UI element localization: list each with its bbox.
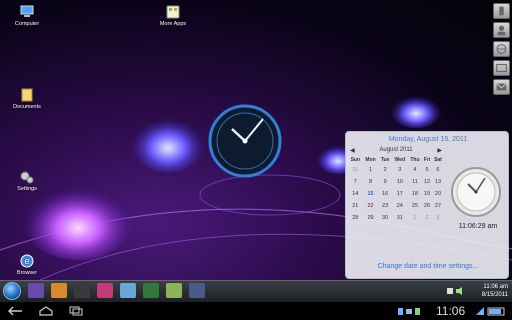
desktop-icon-label: More Apps (159, 21, 187, 27)
taskbar-date: 8/15/2011 (481, 292, 508, 298)
side-button-contacts[interactable] (493, 22, 510, 38)
calendar-day[interactable]: 11 (408, 176, 422, 188)
calendar-day[interactable]: 20 (432, 188, 444, 200)
weekday-label: Thu (410, 157, 420, 163)
desktop-icon-label: Browser (16, 270, 38, 276)
calendar-date-header[interactable]: Monday, August 15, 2011 (346, 136, 510, 143)
calendar-day[interactable]: 31 (348, 164, 363, 176)
calendar-day[interactable]: 7 (348, 176, 363, 188)
calendar-day[interactable]: 19 (422, 188, 432, 200)
calendar-day[interactable]: 31 (392, 212, 408, 224)
contact-icon (497, 25, 506, 36)
calendar-day[interactable]: 1 (363, 164, 379, 176)
desktop-icon-label: Documents (13, 104, 41, 110)
clock-gadget[interactable] (207, 103, 283, 179)
settings-icon (20, 171, 34, 184)
weekday-label: Sat (434, 157, 442, 163)
taskbar-app-3[interactable] (74, 283, 90, 298)
back-icon[interactable] (8, 306, 24, 316)
calendar-day[interactable]: 10 (392, 176, 408, 188)
calendar-grid: Sun Mon Tue Wed Thu Fri Sat 31 1 2 3 4 5… (348, 156, 444, 224)
taskbar-app-7[interactable] (166, 283, 182, 298)
desktop-icon-documents[interactable]: Documents (3, 88, 51, 110)
calendar-month-label: August 2011 (379, 147, 413, 153)
calendar-day[interactable]: 6 (432, 164, 444, 176)
change-date-time-link[interactable]: Change date and time settings... (346, 263, 510, 270)
mail-icon (496, 83, 507, 91)
desktop-icon-label: Settings (17, 186, 37, 192)
calendar-day[interactable]: 4 (408, 164, 422, 176)
calendar-day[interactable]: 18 (408, 188, 422, 200)
home-icon[interactable] (38, 306, 54, 316)
calendar-day[interactable]: 22 (363, 200, 379, 212)
taskbar-app-5[interactable] (120, 283, 136, 298)
calendar-day[interactable]: 17 (392, 188, 408, 200)
calendar-day[interactable]: 29 (363, 212, 379, 224)
side-button-web[interactable] (493, 41, 510, 57)
browser-icon: e (20, 254, 34, 268)
computer-icon (20, 5, 34, 17)
calendar-day[interactable]: 25 (408, 200, 422, 212)
phone-icon (499, 6, 504, 16)
taskbar-clock[interactable]: 11:06 am 8/15/2011 (482, 283, 508, 299)
calendar-day[interactable]: 27 (432, 200, 444, 212)
calendar-day[interactable]: 2 (379, 164, 392, 176)
side-button-mail[interactable] (493, 79, 510, 95)
weekday-label: Tue (380, 157, 390, 163)
taskbar-app-1[interactable] (28, 283, 44, 298)
more-apps-icon (166, 5, 180, 19)
calendar-day[interactable]: 9 (379, 176, 392, 188)
side-button-phone[interactable] (493, 3, 510, 19)
svg-text:e: e (24, 256, 29, 266)
calendar-day[interactable]: 14 (348, 188, 363, 200)
start-button[interactable] (3, 282, 21, 300)
calendar-time: 11:06:29 am (458, 223, 498, 230)
taskbar-app-2[interactable] (51, 283, 67, 298)
calendar-day[interactable]: 1 (408, 212, 422, 224)
weekday-label: Wed (394, 157, 406, 163)
signal-battery-icon (476, 307, 505, 316)
weekday-label: Fri (423, 157, 431, 163)
taskbar-app-6[interactable] (143, 283, 159, 298)
calendar-day[interactable]: 30 (379, 212, 392, 224)
recent-apps-icon[interactable] (68, 306, 84, 316)
globe-icon (496, 44, 507, 54)
calendar-popup: Monday, August 15, 2011 ◀ August 2011 ▶ … (345, 131, 509, 279)
desktop-icon-browser[interactable]: e Browser (3, 254, 51, 276)
taskbar-app-4[interactable] (97, 283, 113, 298)
calendar-day[interactable]: 3 (392, 164, 408, 176)
system-bar: 11:06 (0, 302, 512, 320)
weekday-label: Mon (365, 157, 376, 163)
calendar-day[interactable]: 5 (422, 164, 432, 176)
calendar-day-today[interactable]: 15 (363, 188, 379, 200)
analog-clock (451, 167, 501, 217)
calendar-day[interactable]: 28 (348, 212, 363, 224)
desktop-icon-more-apps[interactable]: More Apps (149, 5, 197, 27)
calendar-day[interactable]: 24 (392, 200, 408, 212)
calendar-day[interactable]: 8 (363, 176, 379, 188)
calendar-day[interactable]: 21 (348, 200, 363, 212)
calendar-day[interactable]: 3 (432, 212, 444, 224)
desktop-icon-computer[interactable]: Computer (3, 5, 51, 27)
weekday-label: Sun (350, 157, 361, 163)
calendar-day[interactable]: 23 (379, 200, 392, 212)
calendar-day[interactable]: 12 (422, 176, 432, 188)
desktop-icon-settings[interactable]: Settings (3, 170, 51, 192)
taskbar-time: 11:06 am (483, 284, 508, 290)
documents-icon (21, 88, 33, 102)
taskbar-app-8[interactable] (189, 283, 205, 298)
status-icons (398, 308, 420, 315)
screen-icon (496, 63, 507, 73)
next-month-arrow-icon[interactable]: ▶ (437, 147, 442, 154)
calendar-day[interactable]: 13 (432, 176, 444, 188)
calendar-day[interactable]: 2 (422, 212, 432, 224)
side-button-screen[interactable] (493, 60, 510, 76)
system-clock: 11:06 (436, 304, 466, 318)
calendar-day[interactable]: 26 (422, 200, 432, 212)
tray-icons[interactable] (447, 286, 465, 296)
desktop-icon-label: Computer (14, 21, 40, 27)
calendar-day[interactable]: 16 (379, 188, 392, 200)
